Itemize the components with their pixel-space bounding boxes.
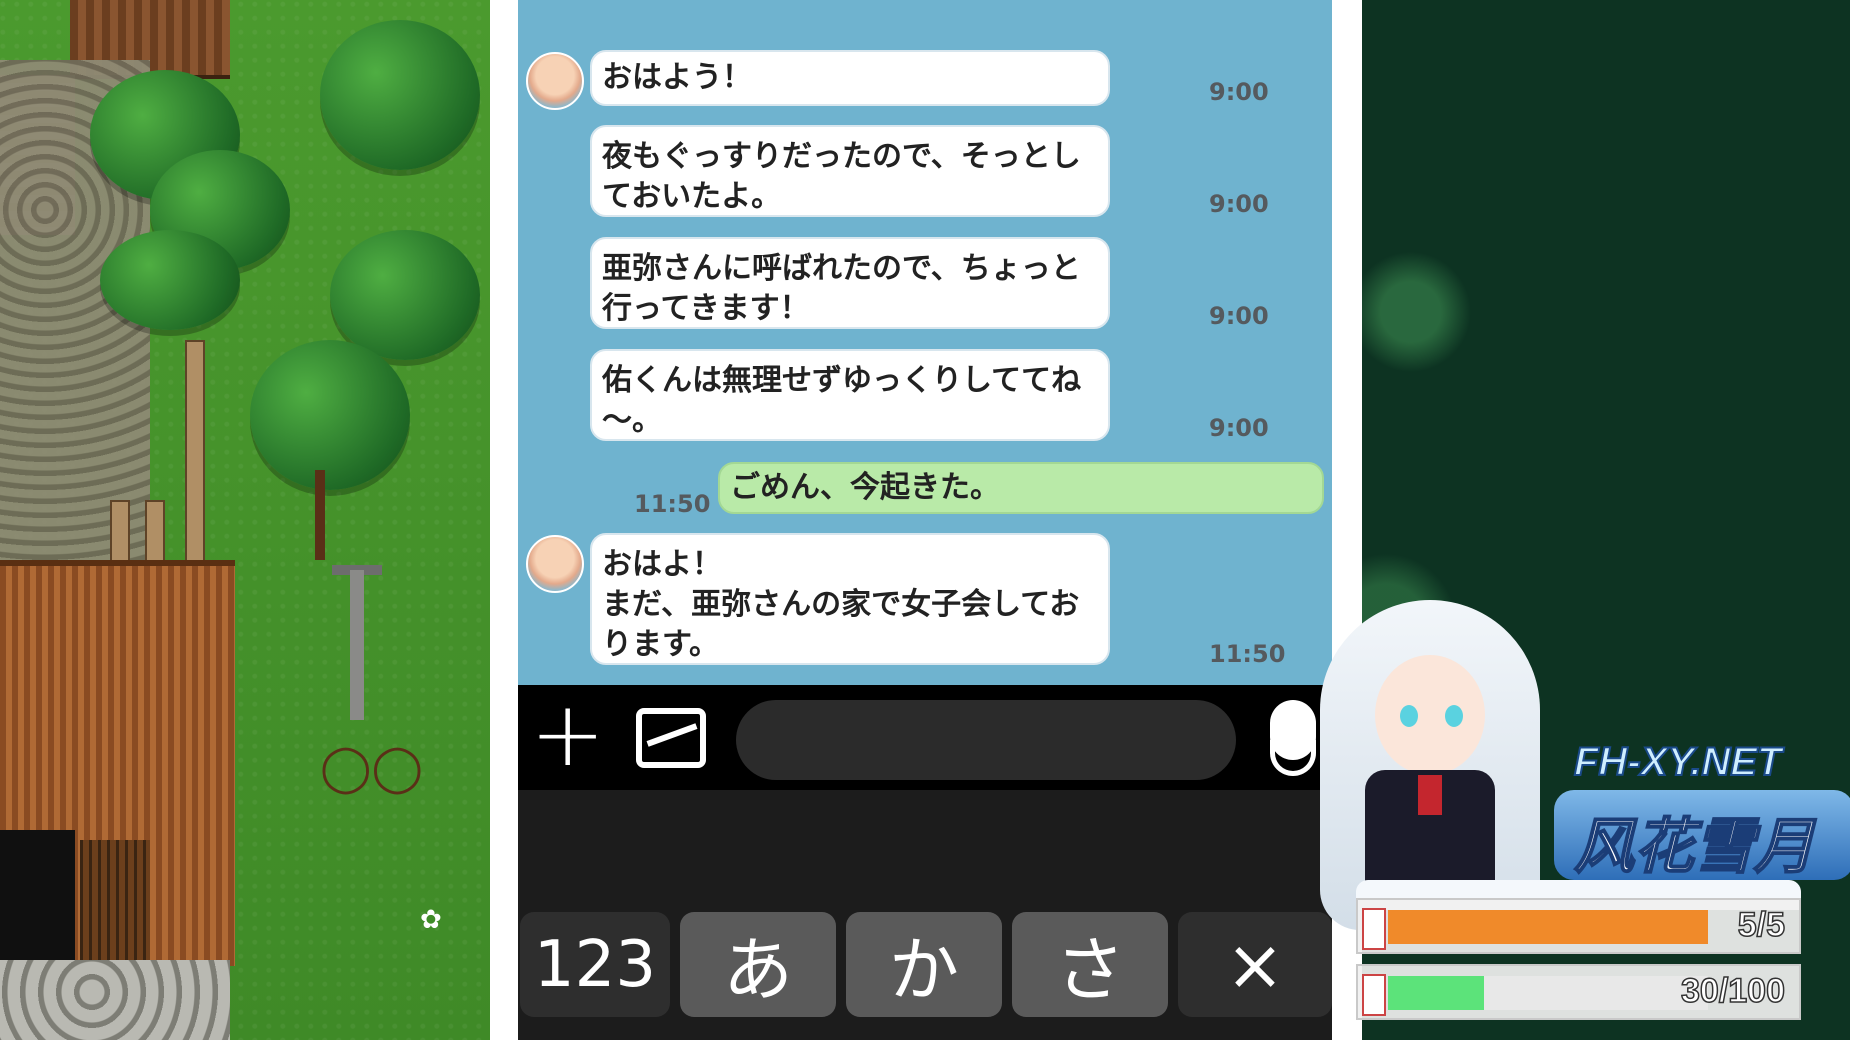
my-message-bubble: ごめん、今起きた。 [718,462,1324,514]
message-time: 9:00 [1209,78,1269,106]
message-bubble: 亜弥さんに呼ばれたので、ちょっと 行ってきます！ [590,237,1110,329]
tree-trunk [315,470,325,560]
message-bubble: おはよう！ [590,50,1110,106]
bar-track [1388,976,1708,1010]
character-eye [1445,705,1463,727]
message-bubble: 夜もぐっすりだったので、そっとし ておいたよ。 [590,125,1110,217]
utility-pole [350,570,364,720]
fence-post [110,500,130,564]
game-map: ◯◯ ✿ [0,0,490,1040]
message-time: 11:50 [1209,640,1286,668]
progress-bar: 30/100 [1356,964,1801,1020]
plus-icon[interactable]: + [530,690,605,780]
house-doorway [0,830,75,960]
bar-value: 5/5 [1737,905,1786,945]
watermark-site: FH-XY.NET [1573,739,1782,785]
partner-avatar[interactable] [526,52,584,110]
partner-avatar[interactable] [526,535,584,593]
bar-fill [1388,976,1484,1010]
status-hud: 5/5 30/100 [1356,880,1801,1030]
fence-post [145,500,165,564]
bar-tag [1362,908,1386,950]
character-eye [1400,705,1418,727]
tree [320,20,480,170]
message-bubble: 佑くんは無理せずゆっくりしててね 〜。 [590,349,1110,441]
message-time: 9:00 [1209,414,1269,442]
watermark-badge: 风花雪月 [1554,790,1850,881]
key-123[interactable]: 123 [520,912,670,1017]
bicycle-icon: ◯◯ [320,740,423,794]
message-input[interactable] [736,700,1236,780]
lattice-window [80,840,150,960]
character-face [1375,655,1485,775]
divider [490,0,518,1040]
tree [250,340,410,490]
tree [100,230,240,330]
stamina-bar: 5/5 [1356,898,1801,954]
message-time: 9:00 [1209,302,1269,330]
message-bubble: おはよ！ まだ、亜弥さんの家で女子会してお ります。 [590,533,1110,665]
stone-path [0,960,230,1040]
flower-icon: ✿ [420,905,442,935]
key-ka[interactable]: か [846,912,1002,1017]
phone-screen: おはよう！ 9:00 夜もぐっすりだったので、そっとし ておいたよ。 9:00 … [518,0,1332,1040]
key-a[interactable]: あ [680,912,836,1017]
message-time: 11:50 [634,490,711,518]
bar-fill [1388,910,1708,944]
character-ribbon [1418,775,1442,815]
key-sa[interactable]: さ [1012,912,1168,1017]
bar-track [1388,910,1708,944]
chat-area[interactable]: おはよう！ 9:00 夜もぐっすりだったので、そっとし ておいたよ。 9:00 … [518,0,1332,685]
image-icon[interactable] [636,708,706,768]
tree [330,230,480,360]
watermark-name: 风花雪月 [1573,812,1815,881]
fence-post [185,340,205,564]
bar-value: 30/100 [1680,971,1786,1011]
bar-tag [1362,974,1386,1016]
message-time: 9:00 [1209,190,1269,218]
